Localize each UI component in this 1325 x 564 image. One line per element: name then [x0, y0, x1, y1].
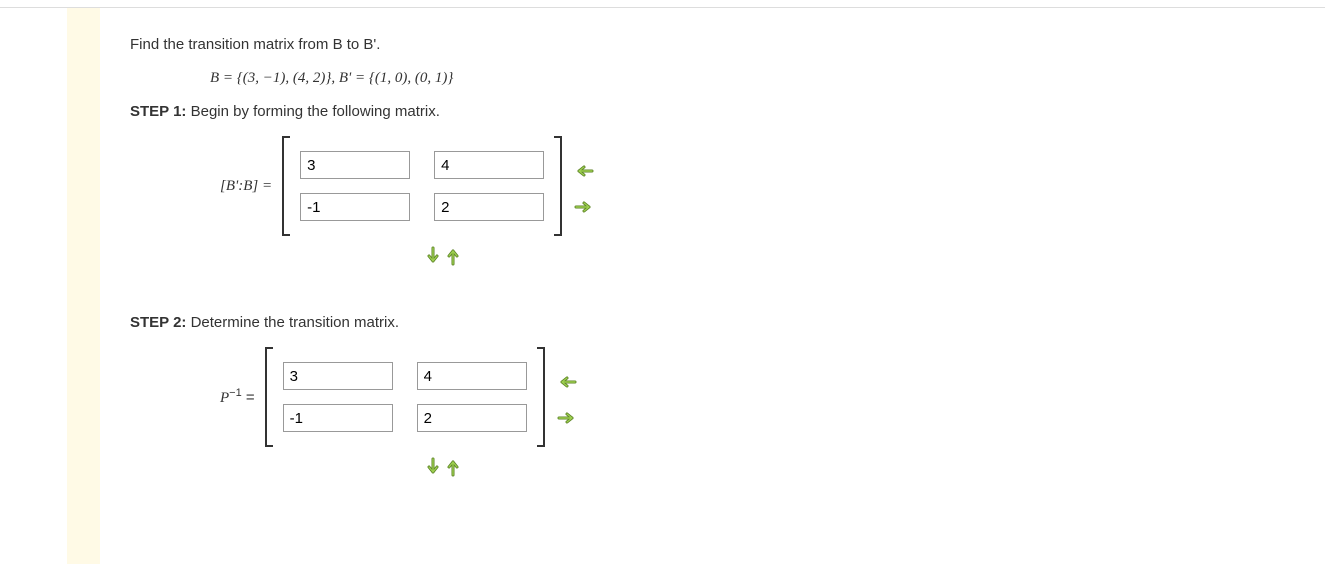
step1-label: STEP 1:	[130, 103, 186, 120]
left-accent-bar	[0, 8, 100, 564]
content-area: Find the transition matrix from B to B'.…	[100, 8, 1325, 564]
matrix1-lhs: [B':B] =	[220, 177, 272, 195]
swap-up-icon[interactable]	[446, 246, 460, 266]
right-bracket-icon	[554, 136, 562, 236]
matrix2-grid	[277, 354, 533, 440]
step2-text: Determine the transition matrix.	[191, 314, 399, 331]
swap-left-icon[interactable]	[557, 375, 577, 389]
basis-equation: B = {(3, −1), (4, 2)}, B' = {(1, 0), (0,…	[210, 69, 1295, 87]
matrix2-cell-22[interactable]	[417, 404, 527, 432]
swap-right-icon[interactable]	[574, 200, 594, 214]
left-bracket-icon	[282, 136, 290, 236]
matrix2-cell-11[interactable]	[283, 362, 393, 390]
top-rule	[0, 0, 1325, 8]
swap-right-icon[interactable]	[557, 411, 577, 425]
matrix1-grid	[294, 143, 550, 229]
matrix2-lhs: P−1 =	[220, 387, 255, 407]
swap-left-icon[interactable]	[574, 164, 594, 178]
equation-text: B = {(3, −1), (4, 2)}, B' = {(1, 0), (0,…	[210, 70, 453, 86]
matrix2-col-arrows	[426, 457, 1295, 477]
right-bracket-icon	[537, 347, 545, 447]
matrix1-col-arrows	[426, 246, 1295, 266]
matrix2-exp: −1	[229, 387, 242, 399]
matrix2-block: P−1 =	[220, 347, 1295, 447]
matrix2-cell-21[interactable]	[283, 404, 393, 432]
matrix1-cell-21[interactable]	[300, 193, 410, 221]
matrix1-lhs-text: [B':B] =	[220, 178, 272, 194]
swap-down-icon[interactable]	[426, 246, 440, 266]
swap-up-icon[interactable]	[446, 457, 460, 477]
matrix2-var: P	[220, 390, 229, 406]
matrix1-cell-12[interactable]	[434, 151, 544, 179]
matrix1-cell-11[interactable]	[300, 151, 410, 179]
step1-line: STEP 1: Begin by forming the following m…	[130, 103, 1295, 120]
swap-down-icon[interactable]	[426, 457, 440, 477]
matrix1-cell-22[interactable]	[434, 193, 544, 221]
intro-span: Find the transition matrix from B to B'.	[130, 36, 380, 53]
matrix1-row-arrows	[574, 158, 594, 214]
matrix1-block: [B':B] =	[220, 136, 1295, 236]
page-layout: Find the transition matrix from B to B'.…	[0, 8, 1325, 564]
step2-label: STEP 2:	[130, 314, 186, 331]
left-bracket-icon	[265, 347, 273, 447]
matrix2-cell-12[interactable]	[417, 362, 527, 390]
matrix2-eq: =	[242, 389, 255, 406]
intro-text: Find the transition matrix from B to B'.	[130, 36, 1295, 53]
matrix2-row-arrows	[557, 369, 577, 425]
step1-text: Begin by forming the following matrix.	[191, 103, 440, 120]
step2-line: STEP 2: Determine the transition matrix.	[130, 314, 1295, 331]
